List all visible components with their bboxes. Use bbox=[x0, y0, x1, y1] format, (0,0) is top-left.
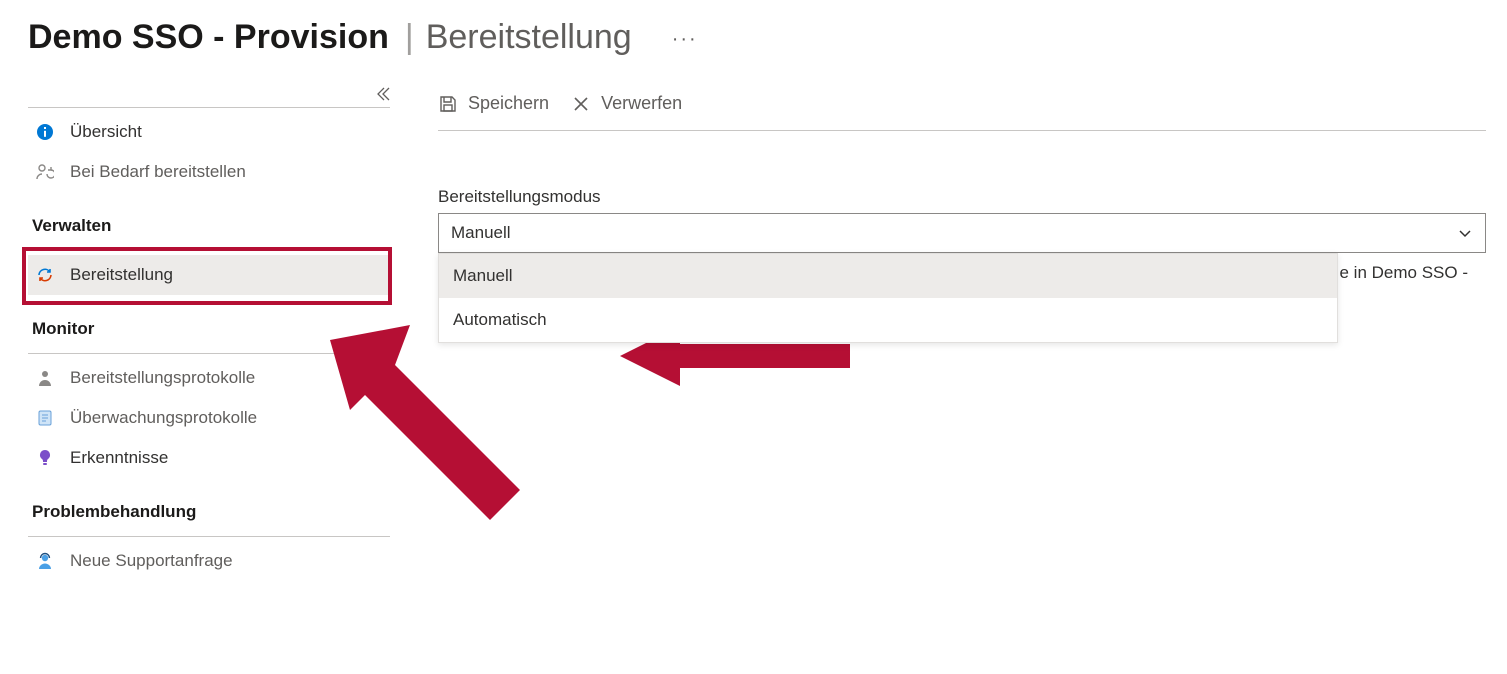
provisioning-mode-label: Bereitstellungsmodus bbox=[438, 187, 1486, 207]
sidebar-item-new-support-request[interactable]: Neue Supportanfrage bbox=[28, 541, 390, 581]
person-refresh-icon bbox=[34, 163, 56, 181]
obscured-description-text: e in Demo SSO - bbox=[1340, 263, 1469, 283]
provisioning-mode-dropdown: Manuell Automatisch bbox=[438, 253, 1338, 343]
sidebar-item-label: Bereitstellungsprotokolle bbox=[70, 368, 255, 388]
toolbar-label: Speichern bbox=[468, 93, 549, 114]
sidebar-item-label: Überwachungsprotokolle bbox=[70, 408, 257, 428]
sidebar-divider bbox=[28, 353, 390, 354]
close-icon bbox=[571, 94, 591, 114]
notebook-icon bbox=[34, 409, 56, 427]
lightbulb-icon bbox=[34, 449, 56, 467]
info-icon bbox=[34, 123, 56, 141]
chevron-down-icon bbox=[1457, 225, 1473, 241]
save-icon bbox=[438, 94, 458, 114]
sidebar-item-label: Übersicht bbox=[70, 122, 142, 142]
save-button[interactable]: Speichern bbox=[438, 93, 549, 114]
sidebar-section-header-troubleshoot: Problembehandlung bbox=[28, 478, 390, 528]
sidebar-divider bbox=[28, 250, 390, 251]
sidebar-item-label: Bei Bedarf bereitstellen bbox=[70, 162, 246, 182]
sidebar-section-header-manage: Verwalten bbox=[28, 192, 390, 242]
sidebar-item-provisioning[interactable]: Bereitstellung bbox=[28, 255, 390, 295]
support-person-icon bbox=[34, 552, 56, 570]
dropdown-option-manual[interactable]: Manuell bbox=[439, 254, 1337, 298]
sidebar: Übersicht Bei Bedarf bereitstellen Verwa… bbox=[28, 93, 390, 581]
sidebar-item-overview[interactable]: Übersicht bbox=[28, 112, 390, 152]
sidebar-divider bbox=[28, 107, 390, 108]
sidebar-item-provisioning-logs[interactable]: Bereitstellungsprotokolle bbox=[28, 358, 390, 398]
toolbar: Speichern Verwerfen bbox=[438, 93, 1486, 131]
sidebar-item-insights[interactable]: Erkenntnisse bbox=[28, 438, 390, 478]
title-divider: | bbox=[405, 18, 414, 57]
sidebar-section-header-monitor: Monitor bbox=[28, 295, 390, 345]
provisioning-mode-select[interactable]: Manuell bbox=[438, 213, 1486, 253]
dropdown-option-automatic[interactable]: Automatisch bbox=[439, 298, 1337, 342]
sidebar-item-label: Neue Supportanfrage bbox=[70, 551, 233, 571]
sidebar-item-audit-logs[interactable]: Überwachungsprotokolle bbox=[28, 398, 390, 438]
select-value: Manuell bbox=[451, 223, 511, 243]
sidebar-item-on-demand-provision[interactable]: Bei Bedarf bereitstellen bbox=[28, 152, 390, 192]
discard-button[interactable]: Verwerfen bbox=[571, 93, 682, 114]
page-title: Bereitstellung bbox=[426, 18, 632, 57]
person-log-icon bbox=[34, 369, 56, 387]
sidebar-divider bbox=[28, 536, 390, 537]
main-pane: Speichern Verwerfen e in Demo SSO - Bere… bbox=[390, 93, 1486, 581]
app-title: Demo SSO - Provision bbox=[28, 18, 389, 57]
toolbar-label: Verwerfen bbox=[601, 93, 682, 114]
page-header: Demo SSO - Provision | Bereitstellung ··… bbox=[0, 0, 1507, 63]
more-actions-button[interactable]: ··· bbox=[672, 28, 698, 51]
provision-cycle-icon bbox=[34, 266, 56, 284]
sidebar-item-label: Erkenntnisse bbox=[70, 448, 168, 468]
sidebar-item-label: Bereitstellung bbox=[70, 265, 173, 285]
